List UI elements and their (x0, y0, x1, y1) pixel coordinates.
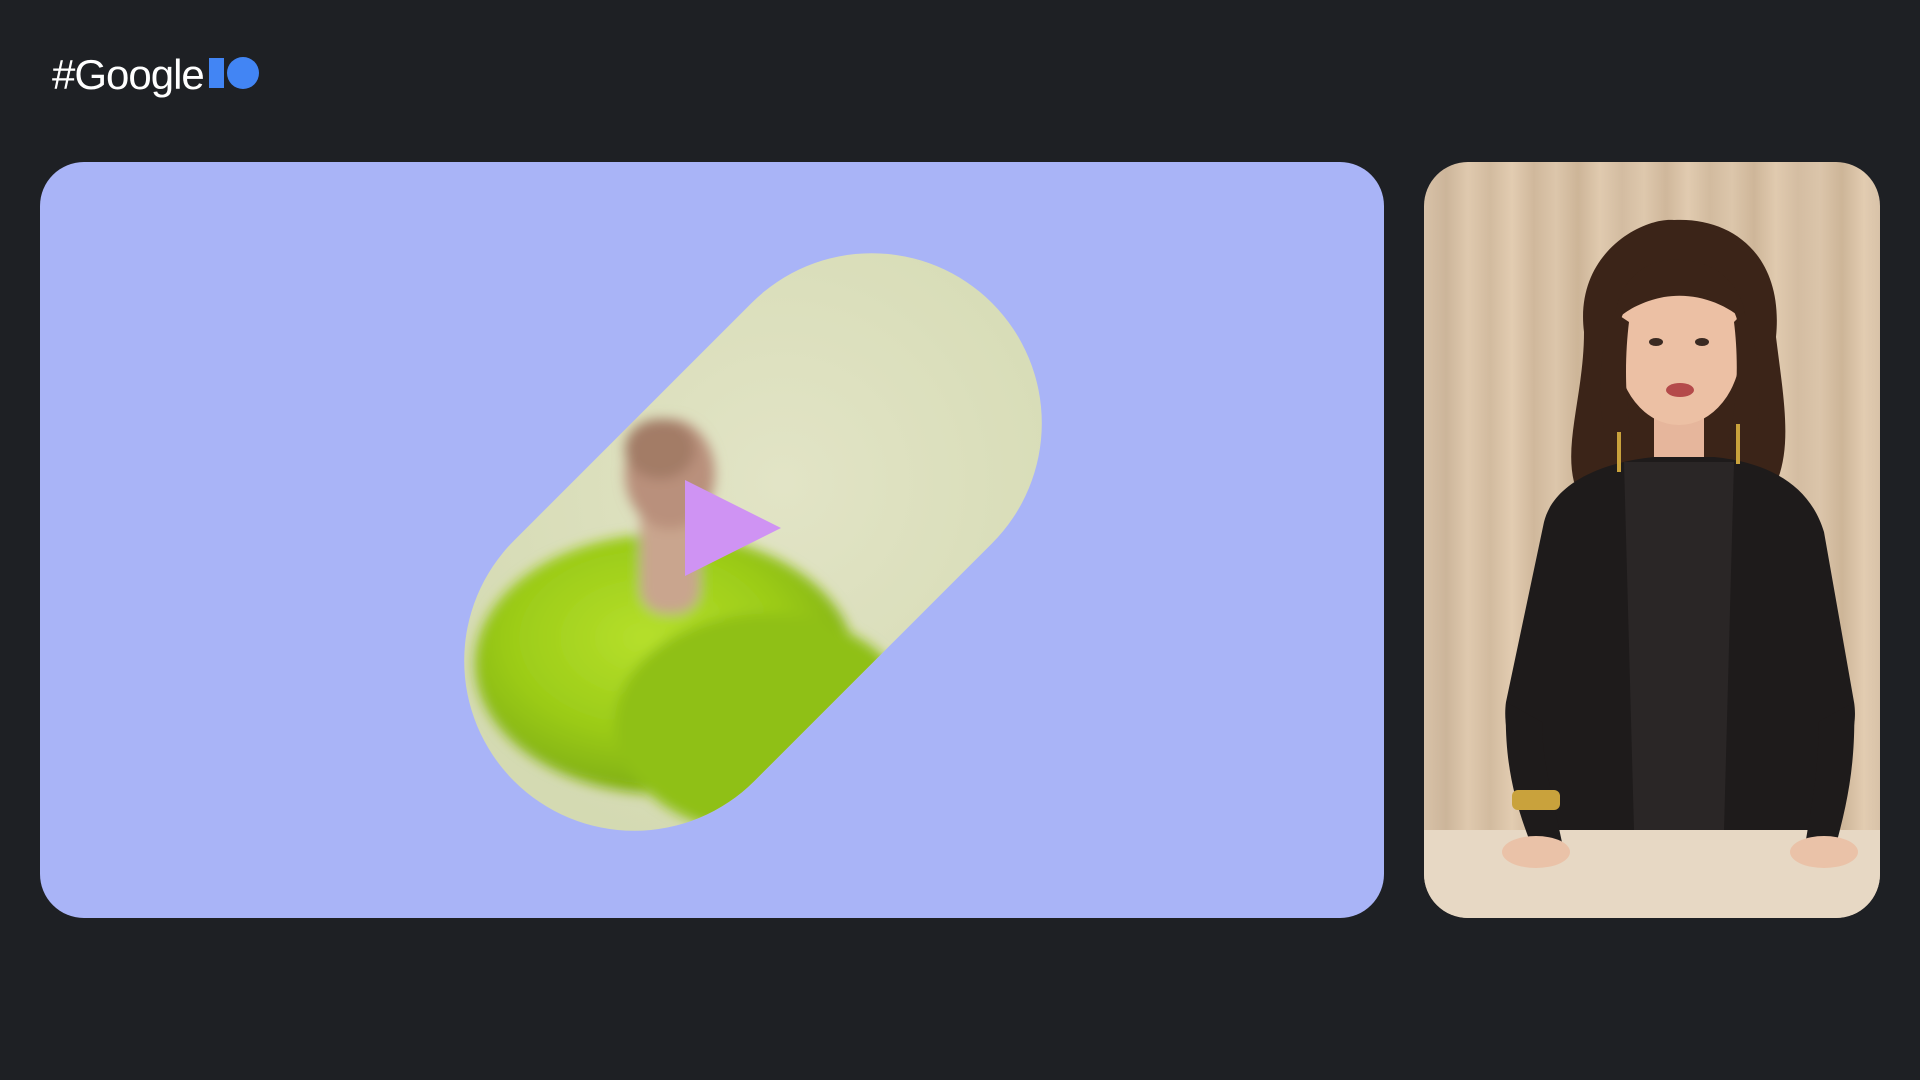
io-dot-shape (226, 57, 259, 89)
presentation-stage: #Google (0, 0, 1920, 1080)
io-mark-icon (208, 57, 259, 89)
logo-hashtag-text: #Google (52, 51, 205, 98)
io-bar-shape (208, 58, 224, 88)
play-triangle-icon[interactable] (685, 480, 781, 576)
speaker-video-panel (1424, 162, 1880, 918)
presenter-figure (1502, 219, 1858, 868)
google-io-logo: #Google (52, 50, 259, 100)
slide-video-panel (40, 162, 1384, 918)
